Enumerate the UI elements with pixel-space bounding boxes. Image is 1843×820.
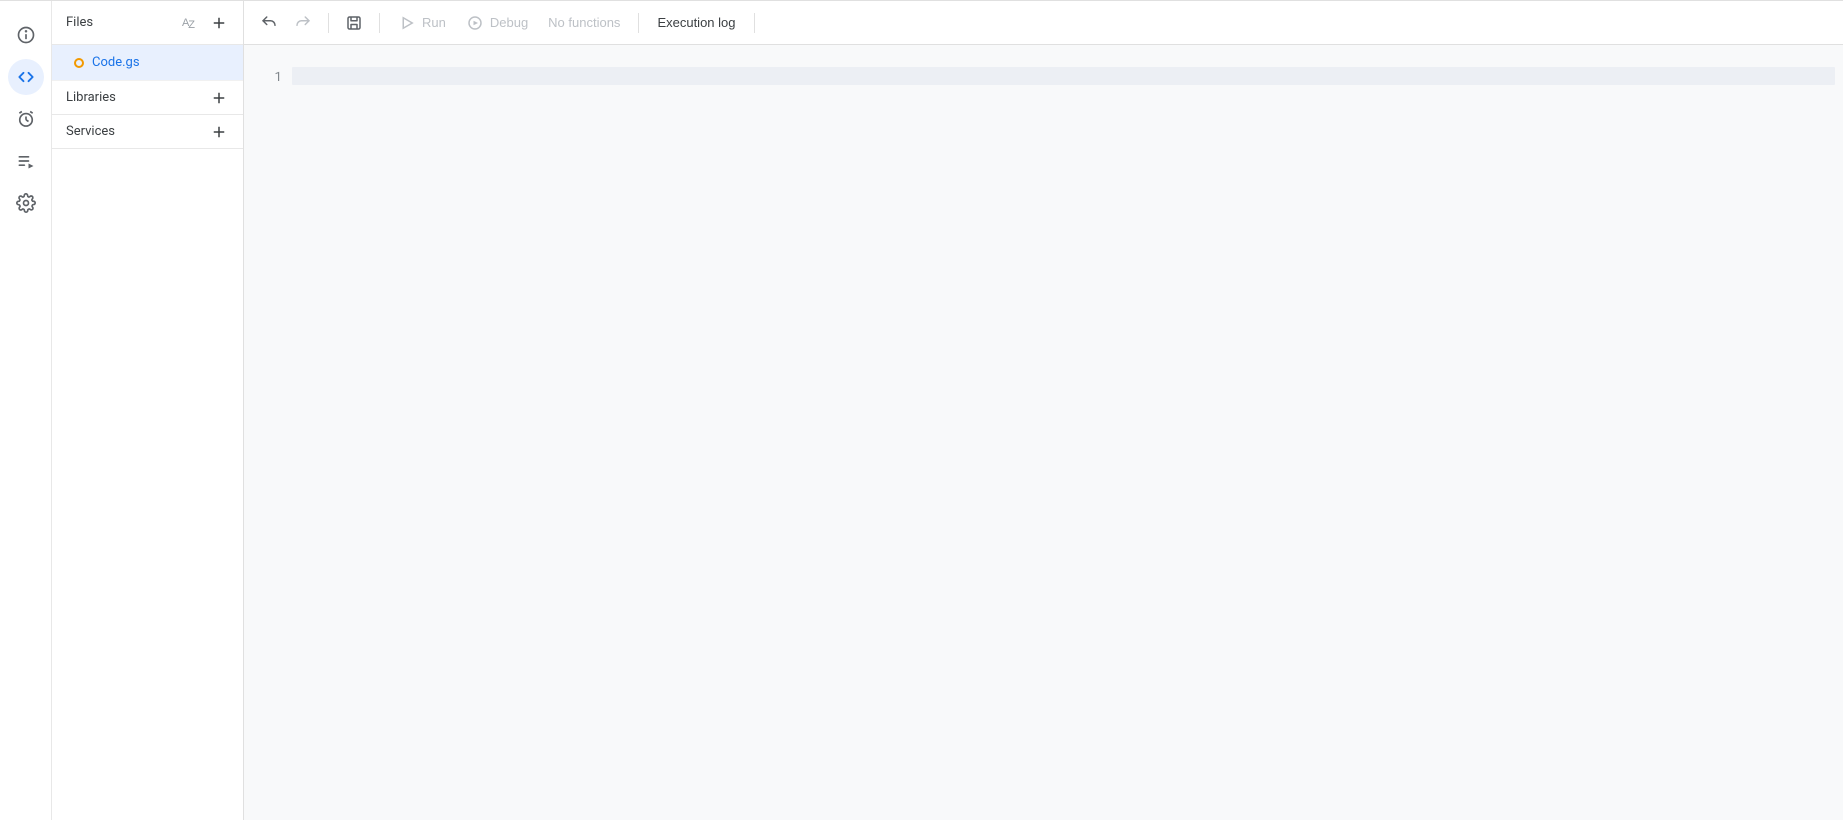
function-select[interactable]: No functions <box>540 7 628 39</box>
playlist-play-icon <box>16 151 36 171</box>
services-title: Services <box>66 124 115 139</box>
plus-icon <box>210 14 228 32</box>
code-line-highlight <box>292 67 1835 85</box>
plus-icon <box>210 89 228 107</box>
app-root: Files AZ Code.gs Libraries Services <box>0 0 1843 820</box>
line-gutter: 1 <box>244 45 292 820</box>
nav-rail <box>0 1 52 820</box>
save-button[interactable] <box>339 7 369 39</box>
main-area: Run Debug No functions Execution log 1 <box>244 1 1843 820</box>
run-label: Run <box>422 15 446 30</box>
sort-files-button[interactable]: AZ <box>175 9 203 37</box>
debug-label: Debug <box>490 15 528 30</box>
run-button[interactable]: Run <box>390 7 454 39</box>
undo-icon <box>260 14 278 32</box>
files-title: Files <box>66 15 93 30</box>
execution-log-label: Execution log <box>657 15 735 30</box>
execution-log-button[interactable]: Execution log <box>649 7 743 39</box>
toolbar-separator <box>328 13 329 33</box>
files-section-header: Files AZ <box>52 1 243 45</box>
editor-toolbar: Run Debug No functions Execution log <box>244 1 1843 45</box>
plus-icon <box>210 123 228 141</box>
libraries-section[interactable]: Libraries <box>52 81 243 115</box>
services-section[interactable]: Services <box>52 115 243 149</box>
redo-button[interactable] <box>288 7 318 39</box>
add-service-button[interactable] <box>205 118 233 146</box>
function-select-label: No functions <box>548 15 620 30</box>
file-name: Code.gs <box>92 55 140 70</box>
add-library-button[interactable] <box>205 84 233 112</box>
undo-button[interactable] <box>254 7 284 39</box>
gear-icon <box>16 193 36 213</box>
code-editor[interactable]: 1 <box>244 45 1843 820</box>
nav-executions[interactable] <box>8 143 44 179</box>
toolbar-separator <box>754 13 755 33</box>
nav-editor[interactable] <box>8 59 44 95</box>
toolbar-separator <box>638 13 639 33</box>
nav-triggers[interactable] <box>8 101 44 137</box>
info-circle-icon <box>16 25 36 45</box>
files-panel: Files AZ Code.gs Libraries Services <box>52 1 244 820</box>
line-number: 1 <box>244 67 282 85</box>
code-area[interactable] <box>292 45 1843 820</box>
debug-button[interactable]: Debug <box>458 7 536 39</box>
add-file-button[interactable] <box>205 9 233 37</box>
save-icon <box>345 14 363 32</box>
nav-settings[interactable] <box>8 185 44 221</box>
nav-overview[interactable] <box>8 17 44 53</box>
unsaved-indicator-icon <box>74 58 84 68</box>
libraries-title: Libraries <box>66 90 116 105</box>
sort-az-icon: AZ <box>182 17 196 29</box>
play-icon <box>398 14 416 32</box>
alarm-clock-icon <box>16 109 36 129</box>
toolbar-separator <box>379 13 380 33</box>
code-icon <box>16 67 36 87</box>
files-header-actions: AZ <box>175 9 233 37</box>
debug-icon <box>466 14 484 32</box>
file-item[interactable]: Code.gs <box>52 45 243 81</box>
redo-icon <box>294 14 312 32</box>
